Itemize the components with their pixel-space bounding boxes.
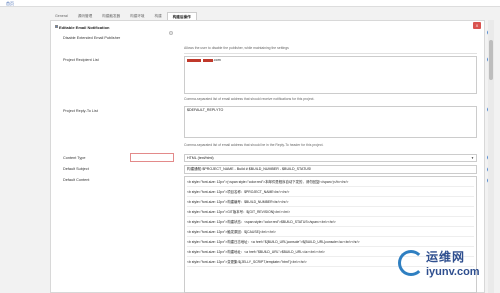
reply-to-label: Project Reply-To List <box>63 109 98 113</box>
config-tabs: General 源码管理 构建触发器 构建环境 构建 构建后操作 <box>50 12 197 20</box>
redacted-text <box>187 58 201 62</box>
content-line: <b style="font-size: 12px">构建状态：<span st… <box>187 217 474 227</box>
section-toggle[interactable] <box>55 25 58 28</box>
tab-build[interactable]: 构建 <box>150 12 167 20</box>
reply-to-hint: Comma-separated list of email address th… <box>184 143 324 147</box>
scrollbar-thumb[interactable] <box>489 40 493 80</box>
recipient-hint: Comma-separated list of email address th… <box>184 97 315 101</box>
left-gutter <box>0 7 46 293</box>
watermark-cn: 运维网 <box>426 250 466 264</box>
tab-environment[interactable]: 构建环境 <box>125 12 149 20</box>
content-type-label: Content Type <box>63 156 86 160</box>
disable-publisher-checkbox[interactable] <box>169 31 173 35</box>
top-bar: 首页 <box>0 0 500 7</box>
disable-publisher-label: Disable Extended Email Publisher <box>63 36 121 40</box>
section-title: Editable Email Notification <box>59 25 110 30</box>
watermark-logo: 运维网 iyunv.com <box>398 244 494 290</box>
watermark-arc <box>398 250 424 276</box>
content-line: <b style="font-size: 12px">触发原因：${CAUSE}… <box>187 227 474 237</box>
watermark-en: iyunv.com <box>426 266 480 278</box>
content-line: <b style="font-size: 12px">构建编号：$BUILD_N… <box>187 197 474 207</box>
content-label: Default Content <box>63 178 90 182</box>
content-line: <b style="font-size: 12px">项目名称：$PROJECT… <box>187 187 474 197</box>
content-type-value: HTML (text/html) <box>187 156 214 160</box>
subject-label: Default Subject <box>63 167 89 171</box>
delete-button[interactable]: X <box>473 22 481 29</box>
subject-field[interactable]: 构建通知:$PROJECT_NAME - Build # $BUILD_NUMB… <box>184 165 477 174</box>
tab-post-build[interactable]: 构建后操作 <box>166 12 197 20</box>
chevron-down-icon: ▼ <box>471 156 474 160</box>
tab-source[interactable]: 源码管理 <box>73 12 97 20</box>
recipient-field[interactable]: .com <box>184 56 477 94</box>
content-type-select[interactable]: HTML (text/html) ▼ <box>184 154 477 162</box>
recipient-suffix: .com <box>213 58 221 62</box>
tab-general[interactable]: General <box>50 12 73 20</box>
redacted-text <box>203 58 213 62</box>
disable-publisher-hint: Allows the user to disable the publisher… <box>184 46 289 50</box>
divider <box>184 53 477 54</box>
content-line: <b style="font-size: 12px">(<span style=… <box>187 177 474 187</box>
tab-triggers[interactable]: 构建触发器 <box>97 12 125 20</box>
reply-to-field[interactable]: $DEFAULT_REPLYTO <box>184 106 477 138</box>
recipient-label: Project Recipient List <box>63 58 99 62</box>
content-type-highlight <box>130 153 174 162</box>
content-line: <b style="font-size: 12px">GIT版本号：${GIT_… <box>187 207 474 217</box>
